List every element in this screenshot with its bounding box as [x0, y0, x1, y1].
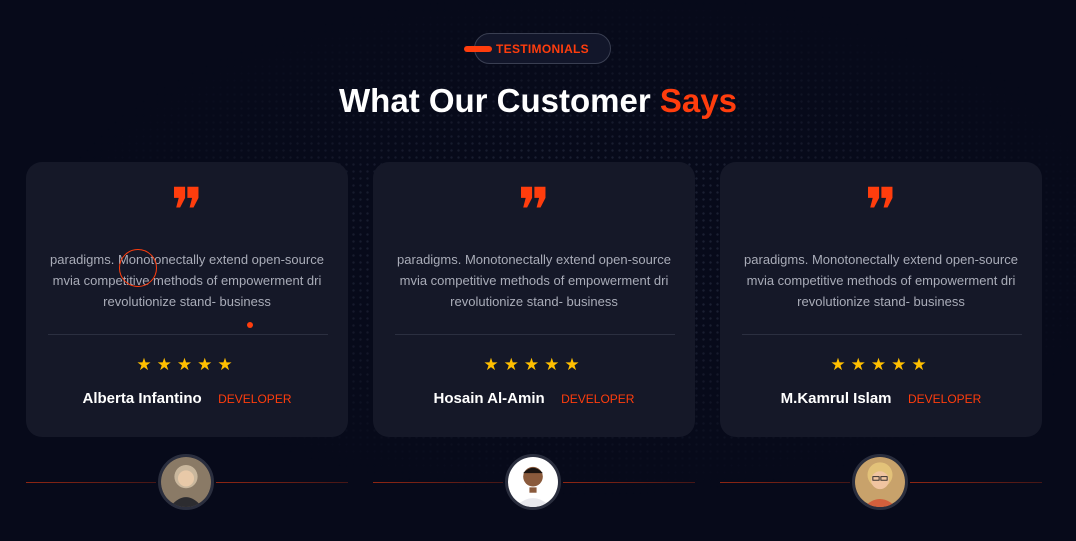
author-role: DEVELOPER: [907, 392, 982, 406]
avatar-photo-icon: [161, 457, 211, 507]
section-title-main: What Our Customer: [339, 82, 651, 119]
author-info: Hosain Al-Amin DEVELOPER: [373, 390, 695, 408]
card-divider: [395, 334, 675, 335]
author-role: DEVELOPER: [218, 392, 292, 406]
section-title: What Our Customer Says: [0, 82, 1076, 120]
author-name: Hosain Al-Amin: [433, 390, 545, 407]
card-divider: [742, 334, 1022, 335]
testimonial-card: ❞ paradigms. Monotonectally extend open-…: [720, 162, 1042, 437]
avatar-photo-icon: [855, 457, 905, 507]
author-name: M.Kamrul Islam: [780, 390, 892, 407]
avatar-connector-line: [910, 482, 1042, 483]
badge-accent-bar: [464, 46, 492, 52]
avatar-connector-line: [720, 482, 850, 483]
avatar-connector-line: [216, 482, 348, 483]
section-title-accent: Says: [659, 82, 737, 119]
testimonial-text-line: mvia competitive methods of empowerment …: [399, 273, 669, 288]
testimonial-text-line: paradigms. Monotonectally extend open-so…: [397, 252, 671, 267]
avatar[interactable]: [158, 454, 214, 510]
testimonials-badge: TESTIMONIALS: [464, 33, 611, 64]
badge-label: TESTIMONIALS: [496, 41, 589, 56]
card-divider: [48, 334, 328, 335]
testimonial-text-line: revolutionize stand- business: [103, 294, 271, 309]
testimonial-text: paradigms. Monotonectally extend open-so…: [46, 249, 328, 312]
author-info: M.Kamrul Islam DEVELOPER: [720, 390, 1042, 408]
avatar-photo-icon: [508, 457, 558, 507]
testimonial-text-line: revolutionize stand- business: [797, 294, 965, 309]
testimonial-text: paradigms. Monotonectally extend open-so…: [393, 249, 675, 312]
star-rating: ★★★★★: [483, 355, 585, 374]
testimonial-text-line: mvia competitive methods of empowerment …: [52, 273, 322, 288]
avatar[interactable]: [852, 454, 908, 510]
testimonial-text-line: mvia competitive methods of empowerment …: [746, 273, 1016, 288]
avatar[interactable]: [505, 454, 561, 510]
testimonial-text-line: paradigms. Monotonectally extend open-so…: [50, 252, 324, 267]
avatar-connector-line: [373, 482, 503, 483]
star-rating: ★★★★★: [830, 355, 932, 374]
star-rating: ★★★★★: [136, 355, 238, 374]
testimonial-text-line: revolutionize stand- business: [450, 294, 618, 309]
testimonial-card: ❞ paradigms. Monotonectally extend open-…: [26, 162, 348, 437]
quote-icon: ❞: [170, 180, 204, 232]
quote-icon: ❞: [864, 180, 898, 232]
author-info: Alberta Infantino DEVELOPER: [26, 390, 348, 408]
quote-icon: ❞: [517, 180, 551, 232]
cursor-dot: [247, 322, 253, 328]
cursor-ring: [119, 249, 157, 287]
author-name: Alberta Infantino: [82, 390, 202, 407]
testimonial-text-line: paradigms. Monotonectally extend open-so…: [744, 252, 1018, 267]
author-role: DEVELOPER: [561, 392, 635, 406]
testimonial-text: paradigms. Monotonectally extend open-so…: [740, 249, 1022, 312]
testimonial-card: ❞ paradigms. Monotonectally extend open-…: [373, 162, 695, 437]
avatar-connector-line: [26, 482, 156, 483]
avatar-connector-line: [563, 482, 695, 483]
